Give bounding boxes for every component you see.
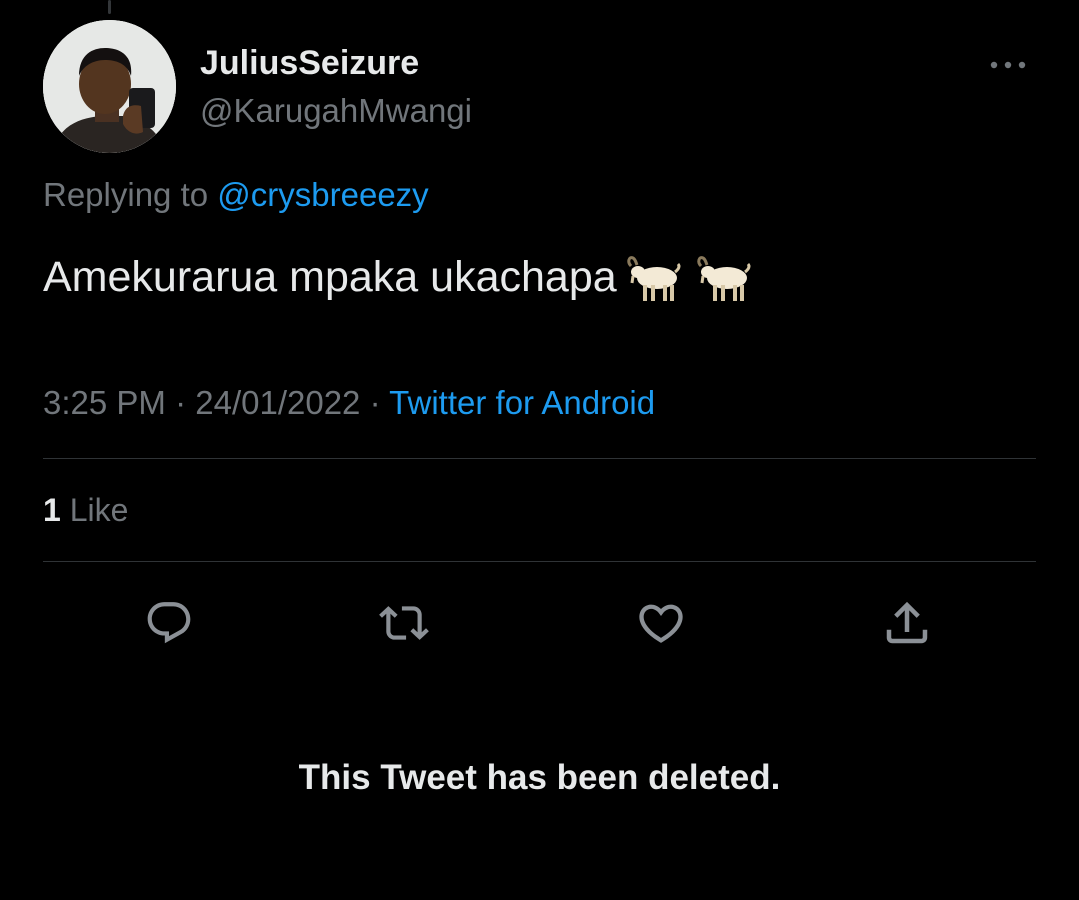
goat-emoji-group	[623, 252, 753, 306]
reply-mention-link[interactable]: @crysbreeezy	[217, 176, 428, 213]
author-handle[interactable]: @KarugahMwangi	[200, 92, 472, 130]
more-dots-icon	[990, 61, 1026, 69]
like-count-link[interactable]: 1 Like	[43, 492, 128, 529]
meta-separator: ·	[175, 384, 187, 421]
avatar-photo	[43, 20, 176, 153]
author-display-name[interactable]: JuliusSeizure	[200, 44, 419, 83]
like-count: 1	[43, 492, 61, 528]
tweet-text: Amekurarua mpaka ukachapa	[43, 252, 617, 301]
heart-icon	[639, 604, 683, 643]
replying-to-line: Replying to @crysbreeezy	[43, 176, 429, 214]
share-icon	[886, 601, 928, 644]
share-button[interactable]	[880, 596, 934, 650]
tweet-source-link[interactable]: Twitter for Android	[389, 384, 655, 421]
tweet-date: 24/01/2022	[195, 384, 361, 421]
tweet-metadata: 3:25 PM · 24/01/2022 · Twitter for Andro…	[43, 384, 655, 422]
meta-separator: ·	[369, 384, 381, 421]
goat-emoji	[696, 256, 751, 301]
like-count-label: Like	[69, 492, 129, 528]
reply-icon	[147, 602, 191, 644]
goat-emoji	[626, 256, 681, 301]
thread-connector-line	[108, 0, 111, 14]
reply-button[interactable]	[142, 596, 196, 650]
divider	[43, 561, 1036, 562]
like-button[interactable]	[634, 596, 688, 650]
divider	[43, 458, 1036, 459]
tweet-time: 3:25 PM	[43, 384, 166, 421]
more-options-button[interactable]	[982, 50, 1034, 80]
replying-to-label: Replying to	[43, 176, 209, 213]
deleted-tweet-notice: This Tweet has been deleted.	[298, 758, 781, 797]
retweet-button[interactable]	[377, 596, 431, 650]
retweet-icon	[379, 606, 429, 640]
tweet-body: Amekurarua mpaka ukachapa	[43, 250, 753, 304]
avatar[interactable]	[43, 20, 176, 153]
